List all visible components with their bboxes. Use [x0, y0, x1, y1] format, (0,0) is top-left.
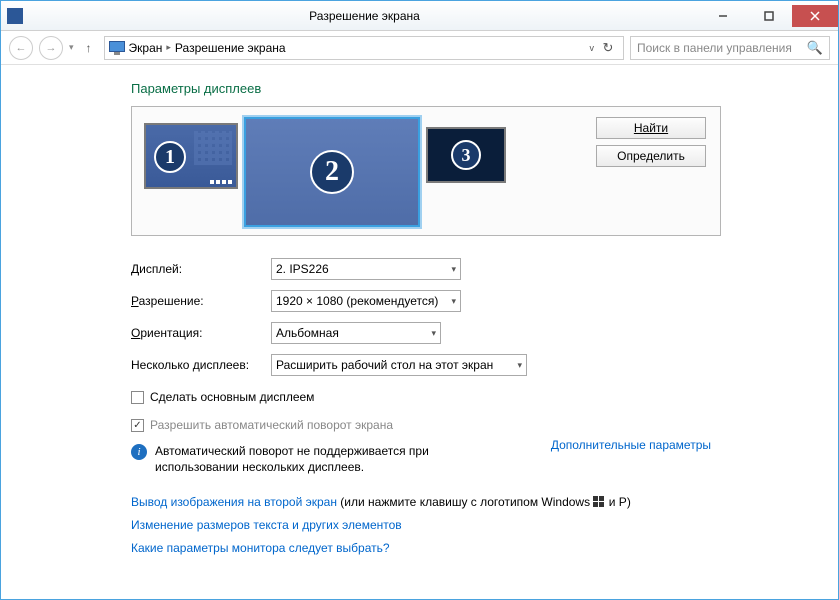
multi-display-select[interactable]: Расширить рабочий стол на этот экран▾: [271, 354, 527, 376]
minimize-button[interactable]: [700, 5, 746, 27]
display-select[interactable]: 2. IPS226▾: [271, 258, 461, 280]
display-label: Дисплей:: [131, 262, 271, 276]
up-button[interactable]: ↑: [80, 41, 98, 55]
history-dropdown-icon[interactable]: ▾: [69, 42, 74, 53]
monitor-3[interactable]: 3: [426, 127, 506, 183]
primary-checkbox[interactable]: [131, 391, 144, 404]
chevron-down-icon: ▾: [451, 296, 456, 307]
info-icon: i: [131, 444, 147, 460]
display-arrangement-box[interactable]: 1 2 3 Найти Определить: [131, 106, 721, 236]
search-placeholder: Поиск в панели управления: [637, 41, 792, 55]
chevron-down-icon: ▾: [517, 360, 522, 371]
text-size-link[interactable]: Изменение размеров текста и других элеме…: [131, 518, 402, 532]
search-input[interactable]: Поиск в панели управления 🔍: [630, 36, 830, 60]
resolution-select[interactable]: 1920 × 1080 (рекомендуется)▾: [271, 290, 461, 312]
close-button[interactable]: [792, 5, 838, 27]
autorotate-checkbox: ✓: [131, 419, 144, 432]
project-link[interactable]: Вывод изображения на второй экран: [131, 495, 337, 509]
back-button[interactable]: ←: [9, 36, 33, 60]
which-settings-link[interactable]: Какие параметры монитора следует выбрать…: [131, 541, 390, 555]
primary-label: Сделать основным дисплеем: [150, 390, 314, 404]
crumb-resolution[interactable]: Разрешение экрана: [175, 41, 286, 55]
page-heading: Параметры дисплеев: [131, 81, 838, 96]
title-bar: Разрешение экрана: [1, 1, 838, 31]
refresh-button[interactable]: ↻: [597, 40, 619, 56]
multi-display-label: Несколько дисплеев:: [131, 358, 271, 372]
find-button[interactable]: Найти: [596, 117, 706, 139]
crumb-separator-icon: ▸: [166, 42, 171, 53]
monitor-2-badge: 2: [310, 150, 354, 194]
nav-bar: ← → ▾ ↑ Экран ▸ Разрешение экрана v ↻ По…: [1, 31, 838, 65]
autorotate-label: Разрешить автоматический поворот экрана: [150, 418, 393, 432]
forward-button[interactable]: →: [39, 36, 63, 60]
advanced-settings-link[interactable]: Дополнительные параметры: [551, 438, 711, 452]
crumb-screen[interactable]: Экран: [129, 41, 163, 55]
chevron-down-icon: ▾: [431, 328, 436, 339]
address-dropdown-icon[interactable]: v: [590, 43, 595, 53]
monitor-1[interactable]: 1: [144, 123, 238, 189]
identify-button[interactable]: Определить: [596, 145, 706, 167]
app-icon: [7, 8, 23, 24]
windows-logo-icon: [593, 493, 605, 516]
resolution-label: Разрешение:: [131, 294, 271, 308]
orientation-label: Ориентация:: [131, 326, 271, 340]
monitor-2[interactable]: 2: [244, 117, 420, 227]
maximize-button[interactable]: [746, 5, 792, 27]
window-title: Разрешение экрана: [29, 9, 700, 23]
chevron-down-icon: ▾: [451, 264, 456, 275]
monitor-3-badge: 3: [451, 140, 481, 170]
orientation-select[interactable]: Альбомная▾: [271, 322, 441, 344]
info-text: Автоматический поворот не поддерживается…: [155, 444, 445, 475]
address-bar[interactable]: Экран ▸ Разрешение экрана v ↻: [104, 36, 624, 60]
monitor-1-badge: 1: [154, 141, 186, 173]
search-icon[interactable]: 🔍: [807, 40, 823, 56]
monitor-icon: [109, 41, 125, 55]
